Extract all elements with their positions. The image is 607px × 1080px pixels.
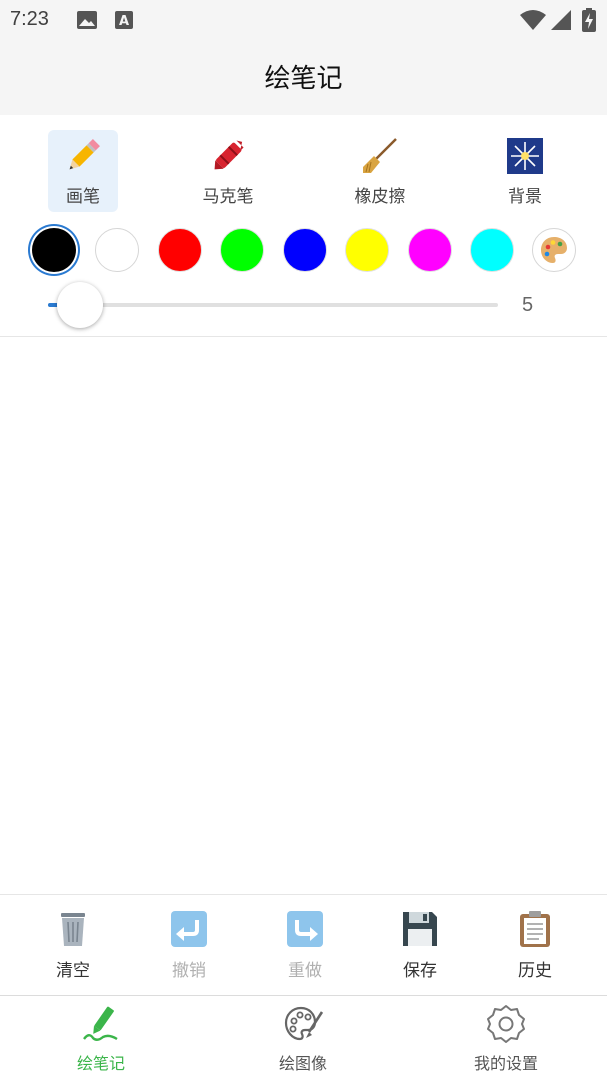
clipboard-icon (495, 910, 575, 948)
color-swatch-cyan[interactable] (470, 228, 514, 272)
crayon-icon (193, 136, 263, 176)
tool-marker[interactable]: 马克笔 (193, 130, 263, 212)
nav-item-draw-image[interactable]: 绘图像 (248, 1004, 358, 1074)
action-label: 保存 (403, 961, 437, 981)
action-toolbar: 清空 撤销 重做 保存 历史 (0, 896, 607, 994)
nav-label: 绘图像 (278, 1054, 327, 1073)
nav-item-notes[interactable]: 绘笔记 (46, 1004, 156, 1074)
action-label: 重做 (288, 961, 322, 981)
custom-color-button[interactable] (532, 228, 576, 272)
color-swatch-black[interactable] (32, 228, 76, 272)
text-a-icon: A (114, 10, 134, 34)
color-swatch-white[interactable] (95, 228, 139, 272)
tool-eraser[interactable]: 橡皮擦 (345, 130, 415, 212)
floppy-disk-icon (380, 910, 460, 948)
status-time: 7:23 (10, 8, 49, 30)
image-icon (76, 10, 98, 34)
nav-label: 我的设置 (473, 1054, 538, 1073)
app-header: 绘笔记 (0, 40, 607, 115)
sparkler-icon (490, 136, 560, 176)
tool-background[interactable]: 背景 (490, 130, 560, 212)
color-swatch-magenta[interactable] (408, 228, 452, 272)
clear-button[interactable]: 清空 (33, 910, 113, 981)
color-swatch-yellow[interactable] (345, 228, 389, 272)
divider (0, 894, 607, 895)
history-button[interactable]: 历史 (495, 910, 575, 981)
undo-icon (149, 910, 229, 948)
action-label: 历史 (518, 961, 552, 981)
color-swatch-blue[interactable] (283, 228, 327, 272)
nav-label: 绘笔记 (76, 1054, 125, 1073)
slider-thumb[interactable] (56, 282, 103, 328)
color-swatch-red[interactable] (158, 228, 202, 272)
tool-label: 马克笔 (202, 187, 254, 207)
tool-pencil[interactable]: 画笔 (48, 130, 118, 212)
tool-label: 画笔 (66, 187, 100, 207)
pencil-icon (48, 136, 118, 176)
wifi-icon (519, 9, 547, 35)
broom-icon (345, 136, 415, 176)
save-button[interactable]: 保存 (380, 910, 460, 981)
redo-button[interactable]: 重做 (265, 910, 345, 981)
action-label: 清空 (56, 961, 90, 981)
drawing-canvas[interactable] (0, 338, 607, 894)
action-label: 撤销 (172, 961, 206, 981)
pen-sign-icon (46, 1004, 156, 1044)
svg-text:A: A (119, 14, 129, 29)
color-swatch-green[interactable] (220, 228, 264, 272)
brush-size-value: 5 (522, 294, 534, 316)
tool-selector: 画笔 马克笔 橡皮擦 背景 (0, 116, 607, 216)
trash-icon (33, 910, 113, 948)
slider-track[interactable] (48, 303, 498, 307)
tool-label: 橡皮擦 (354, 187, 406, 207)
signal-icon (550, 9, 572, 35)
gear-icon (451, 1004, 561, 1044)
page-title: 绘笔记 (264, 64, 343, 94)
palette-brush-icon (248, 1004, 358, 1044)
bottom-nav: 绘笔记 绘图像 我的设置 (0, 996, 607, 1080)
redo-icon (265, 910, 345, 948)
nav-item-settings[interactable]: 我的设置 (451, 1004, 561, 1074)
artist-palette-icon (533, 229, 575, 271)
status-bar: 7:23 A (0, 0, 607, 40)
divider (0, 336, 607, 337)
battery-icon (582, 8, 596, 36)
undo-button[interactable]: 撤销 (149, 910, 229, 981)
tool-label: 背景 (508, 187, 542, 207)
